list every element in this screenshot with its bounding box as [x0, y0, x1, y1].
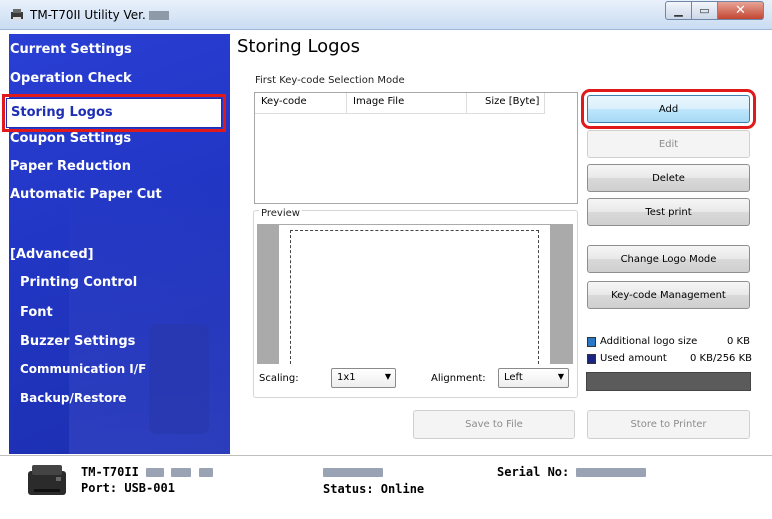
window-title: TM-T70II Utility Ver. — [30, 8, 169, 22]
used-amount-label: Used amount — [600, 353, 667, 364]
printer-name — [323, 465, 383, 479]
alignment-select[interactable]: Left ▼ — [498, 368, 569, 388]
used-amount-value: 0 KB/256 KB — [690, 353, 753, 364]
printer-status: Status: Online — [323, 482, 425, 496]
additional-size-label: Additional logo size — [600, 336, 698, 347]
delete-button[interactable]: Delete — [587, 164, 750, 192]
title-bar: TM-T70II Utility Ver. ▁ ▭ ✕ — [0, 0, 772, 30]
table-header: Key-code Image File Size [Byte] — [255, 93, 545, 114]
maximize-button[interactable]: ▭ — [692, 1, 718, 20]
preview-label: Preview — [259, 208, 302, 219]
sidebar-item-backup-restore[interactable]: Backup/Restore — [0, 391, 221, 405]
chevron-down-icon: ▼ — [557, 372, 564, 381]
mode-label: First Key-code Selection Mode — [255, 75, 405, 86]
additional-size-swatch — [587, 337, 596, 347]
keycode-management-button[interactable]: Key-code Management — [587, 281, 750, 309]
close-button[interactable]: ✕ — [718, 1, 764, 20]
column-header-size[interactable]: Size [Byte] — [467, 93, 545, 113]
additional-size-value: 0 KB — [727, 336, 750, 347]
save-to-file-button[interactable]: Save to File — [413, 410, 575, 439]
edit-button[interactable]: Edit — [587, 130, 750, 158]
sidebar-item-paper-reduction[interactable]: Paper Reduction — [0, 159, 221, 174]
chevron-down-icon: ▼ — [384, 372, 391, 381]
change-logo-mode-button[interactable]: Change Logo Mode — [587, 245, 750, 273]
store-to-printer-button[interactable]: Store to Printer — [587, 410, 750, 439]
scaling-label: Scaling: — [259, 373, 299, 384]
alignment-label: Alignment: — [431, 373, 486, 384]
advanced-section-heading: [Advanced] — [10, 247, 94, 262]
sidebar-item-buzzer-settings[interactable]: Buzzer Settings — [0, 334, 221, 349]
minimize-button[interactable]: ▁ — [665, 1, 692, 20]
test-print-button[interactable]: Test print — [587, 198, 750, 226]
used-amount-swatch — [587, 354, 596, 364]
printer-app-icon — [11, 9, 23, 20]
sidebar-item-printing-control[interactable]: Printing Control — [0, 275, 221, 290]
printer-port: Port: USB-001 — [81, 481, 175, 495]
sidebar-item-font[interactable]: Font — [0, 305, 221, 320]
sidebar-item-automatic-paper-cut[interactable]: Automatic Paper Cut — [0, 187, 221, 202]
memory-usage-bar — [586, 372, 751, 391]
sidebar-item-coupon-settings[interactable]: Coupon Settings — [0, 131, 221, 146]
printer-model: TM-T70II — [81, 465, 213, 479]
sidebar-item-communication-if[interactable]: Communication I/F — [0, 362, 221, 376]
column-header-image-file[interactable]: Image File — [347, 93, 467, 113]
printer-icon — [28, 465, 66, 495]
column-header-keycode[interactable]: Key-code — [255, 93, 347, 113]
sidebar-item-current-settings[interactable]: Current Settings — [0, 42, 221, 57]
sidebar-item-storing-logos[interactable]: Storing Logos — [2, 94, 226, 132]
scaling-select[interactable]: 1x1 ▼ — [331, 368, 396, 388]
preview-print-area — [290, 230, 539, 364]
serial-number: Serial No: — [497, 465, 647, 479]
logo-table[interactable]: Key-code Image File Size [Byte] — [254, 92, 578, 204]
page-title: Storing Logos — [237, 36, 360, 57]
add-button[interactable]: Add — [581, 89, 756, 129]
sidebar-item-operation-check[interactable]: Operation Check — [0, 71, 221, 86]
